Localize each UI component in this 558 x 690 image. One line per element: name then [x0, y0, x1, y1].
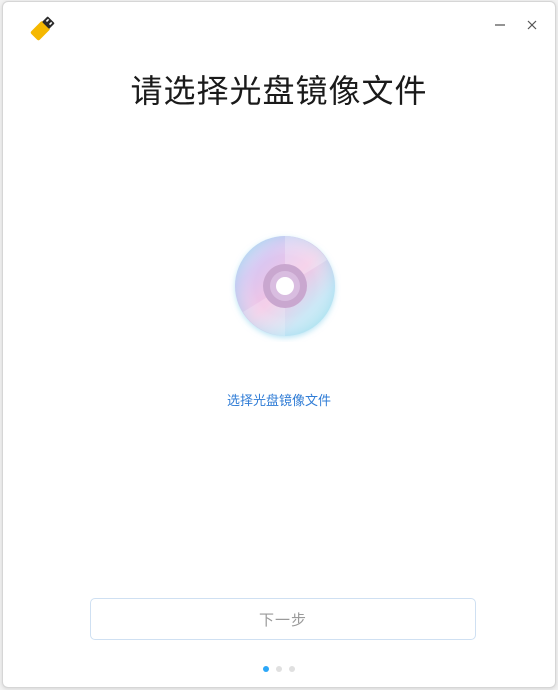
close-icon	[527, 20, 537, 30]
minimize-icon	[495, 24, 505, 26]
select-image-link[interactable]: 选择光盘镜像文件	[3, 390, 555, 409]
optical-disc-icon[interactable]	[229, 230, 341, 342]
pagination-dot	[276, 666, 282, 672]
usb-drive-icon	[30, 16, 55, 41]
pagination-dot-active	[263, 666, 269, 672]
app-window: 请选择光盘镜像文件 选择光盘镜像文件 下一步	[2, 1, 556, 688]
next-step-button[interactable]: 下一步	[90, 598, 476, 640]
pagination-dots	[3, 666, 555, 672]
minimize-button[interactable]	[487, 12, 513, 38]
pagination-dot	[289, 666, 295, 672]
close-button[interactable]	[519, 12, 545, 38]
page-title: 请选择光盘镜像文件	[130, 72, 428, 110]
